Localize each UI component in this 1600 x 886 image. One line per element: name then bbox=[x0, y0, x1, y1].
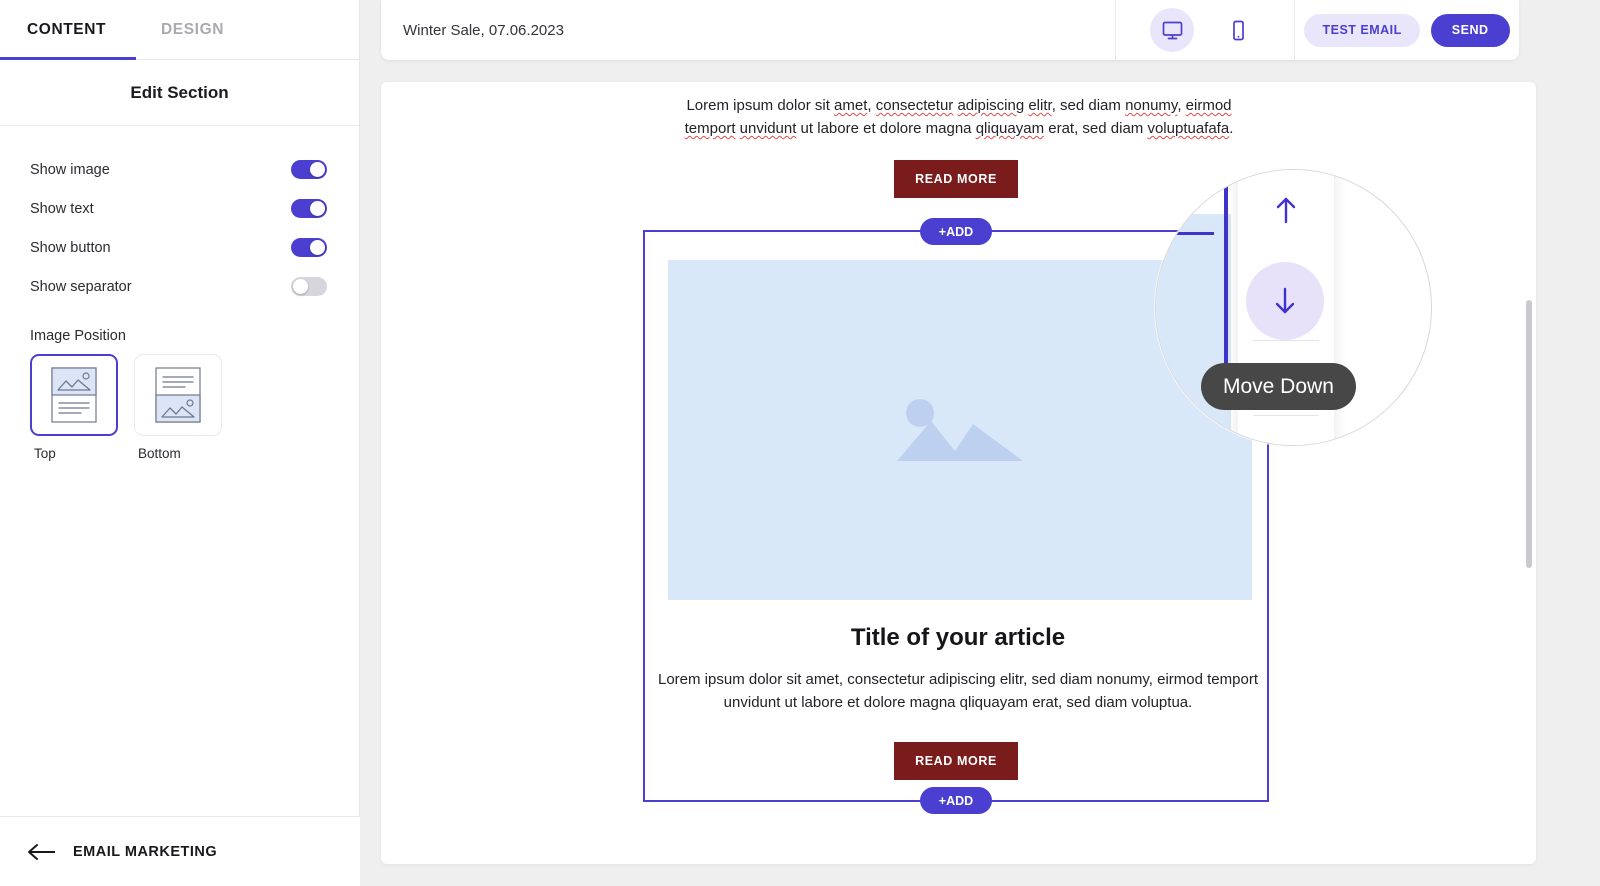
toggle-show-separator[interactable] bbox=[291, 277, 327, 296]
toggle-show-text[interactable] bbox=[291, 199, 327, 218]
layout-image-bottom-icon bbox=[155, 367, 201, 423]
desktop-preview-button[interactable] bbox=[1150, 8, 1194, 52]
arrow-up-icon bbox=[1276, 197, 1296, 224]
toggle-label: Show separator bbox=[30, 278, 132, 295]
toggle-knob bbox=[310, 162, 325, 177]
image-position-choices: Top Bottom bbox=[30, 354, 359, 461]
toggle-list: Show image Show text Show button Show se… bbox=[0, 126, 359, 306]
image-position-bottom-caption: Bottom bbox=[138, 446, 181, 461]
tab-design[interactable]: DESIGN bbox=[161, 21, 224, 39]
mobile-icon bbox=[1232, 20, 1244, 40]
image-position-bottom-card[interactable] bbox=[134, 354, 222, 436]
article-paragraph[interactable]: Lorem ipsum dolor sit amet, consectetur … bbox=[658, 668, 1258, 714]
image-placeholder-icon bbox=[897, 399, 1023, 461]
add-section-button-bottom[interactable]: +ADD bbox=[920, 787, 992, 814]
move-up-button[interactable] bbox=[1268, 192, 1304, 228]
arrow-left-icon bbox=[28, 843, 55, 860]
email-builder-app: CONTENT DESIGN Edit Section Show image S… bbox=[0, 0, 1600, 886]
sidebar: CONTENT DESIGN Edit Section Show image S… bbox=[0, 0, 360, 886]
toggle-knob bbox=[293, 279, 308, 294]
toggle-row-show-separator: Show separator bbox=[0, 267, 359, 306]
desktop-icon bbox=[1162, 21, 1182, 39]
toggle-knob bbox=[310, 240, 325, 255]
arrow-down-icon bbox=[1275, 287, 1295, 314]
email-marketing-back-label[interactable]: EMAIL MARKETING bbox=[73, 844, 217, 860]
top-read-more-button[interactable]: READ MORE bbox=[894, 160, 1018, 198]
toggle-row-show-text: Show text bbox=[0, 189, 359, 228]
tab-content[interactable]: CONTENT bbox=[27, 21, 106, 39]
layout-image-top-icon bbox=[51, 367, 97, 423]
image-position-option-bottom: Bottom bbox=[134, 354, 222, 461]
article-title[interactable]: Title of your article bbox=[645, 624, 1271, 652]
move-down-button[interactable] bbox=[1246, 262, 1324, 340]
campaign-title[interactable]: Winter Sale, 07.06.2023 bbox=[381, 22, 1115, 39]
mobile-preview-button[interactable] bbox=[1216, 8, 1260, 52]
image-position-top-caption: Top bbox=[34, 446, 56, 461]
toggle-row-show-button: Show button bbox=[0, 228, 359, 267]
move-down-tooltip: Move Down bbox=[1201, 363, 1356, 410]
magnified-section-top-border bbox=[1156, 232, 1214, 235]
magnified-image-edge bbox=[1156, 214, 1231, 445]
add-section-button-top[interactable]: +ADD bbox=[920, 218, 992, 245]
article-read-more-button[interactable]: READ MORE bbox=[894, 742, 1018, 780]
image-position-option-top: Top bbox=[30, 354, 118, 461]
canvas-scrollbar[interactable] bbox=[1526, 300, 1532, 568]
toggle-label: Show text bbox=[30, 200, 94, 217]
image-position-group: Image Position Top Bottom bbox=[0, 306, 359, 461]
magnifier-overlay: Move Down bbox=[1155, 169, 1432, 446]
top-paragraph[interactable]: Lorem ipsum dolor sit amet, consectetur … bbox=[659, 94, 1259, 140]
test-email-button[interactable]: TEST EMAIL bbox=[1304, 13, 1420, 47]
sidebar-footer[interactable]: EMAIL MARKETING bbox=[0, 816, 360, 886]
header-bar: Winter Sale, 07.06.2023 TEST EMAIL SEND bbox=[381, 0, 1519, 60]
active-tab-indicator bbox=[0, 57, 136, 60]
toggle-row-show-image: Show image bbox=[0, 150, 359, 189]
toolbar-divider-top bbox=[1253, 340, 1319, 341]
header-actions: TEST EMAIL SEND bbox=[1295, 13, 1519, 47]
image-position-label: Image Position bbox=[30, 328, 126, 344]
toggle-show-button[interactable] bbox=[291, 238, 327, 257]
toggle-knob bbox=[310, 201, 325, 216]
image-position-top-card[interactable] bbox=[30, 354, 118, 436]
device-preview-group bbox=[1116, 0, 1294, 60]
panel-title: Edit Section bbox=[0, 60, 359, 126]
toggle-show-image[interactable] bbox=[291, 160, 327, 179]
toggle-label: Show image bbox=[30, 161, 110, 178]
toggle-label: Show button bbox=[30, 239, 111, 256]
toolbar-divider-bottom bbox=[1253, 415, 1319, 416]
magnifier-content: Move Down bbox=[1156, 170, 1431, 445]
sidebar-tabs: CONTENT DESIGN bbox=[0, 0, 359, 60]
send-button[interactable]: SEND bbox=[1430, 13, 1510, 47]
